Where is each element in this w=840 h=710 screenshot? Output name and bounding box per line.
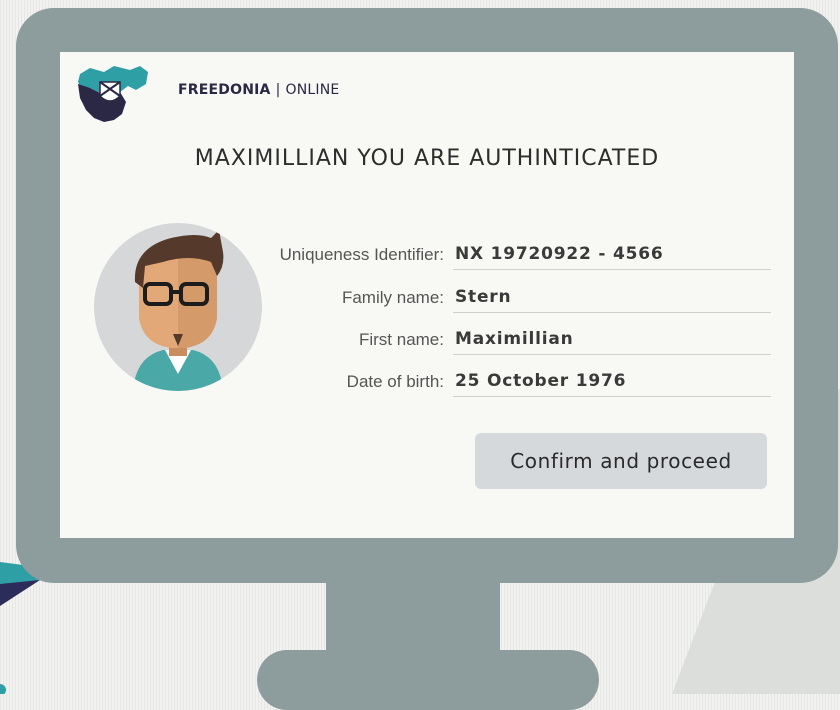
confirm-and-proceed-button[interactable]: Confirm and proceed bbox=[475, 433, 767, 489]
field-value: NX 19720922 - 4566 bbox=[453, 244, 771, 270]
field-label: First name: bbox=[358, 330, 444, 349]
brand-separator: | bbox=[275, 82, 281, 98]
freedonia-map-logo-icon bbox=[78, 66, 148, 122]
brand-name: FREEDONIA bbox=[178, 82, 271, 98]
brand: FREEDONIA | ONLINE bbox=[178, 82, 339, 98]
page-title: MAXIMILLIAN YOU ARE AUTHINTICATED bbox=[194, 146, 660, 171]
field-value: Stern bbox=[453, 287, 771, 313]
monitor-stand-base bbox=[257, 650, 599, 710]
screen: FREEDONIA | ONLINE MAXIMILLIAN YOU ARE AUT… bbox=[60, 52, 794, 538]
field-value: 25 October 1976 bbox=[453, 371, 771, 397]
user-avatar-icon bbox=[94, 223, 262, 391]
field-label: Date of birth: bbox=[346, 372, 444, 391]
field-family-name: Family name: Stern bbox=[256, 282, 771, 320]
field-label: Family name: bbox=[341, 288, 444, 307]
field-uniqueness-identifier: Uniqueness Identifier: NX 19720922 - 456… bbox=[256, 239, 771, 277]
field-date-of-birth: Date of birth: 25 October 1976 bbox=[256, 366, 771, 404]
field-first-name: First name: Maximillian bbox=[256, 324, 771, 362]
brand-section: ONLINE bbox=[285, 82, 340, 98]
monitor-stand-neck bbox=[326, 578, 500, 658]
field-label: Uniqueness Identifier: bbox=[279, 245, 444, 264]
field-value: Maximillian bbox=[453, 329, 771, 355]
